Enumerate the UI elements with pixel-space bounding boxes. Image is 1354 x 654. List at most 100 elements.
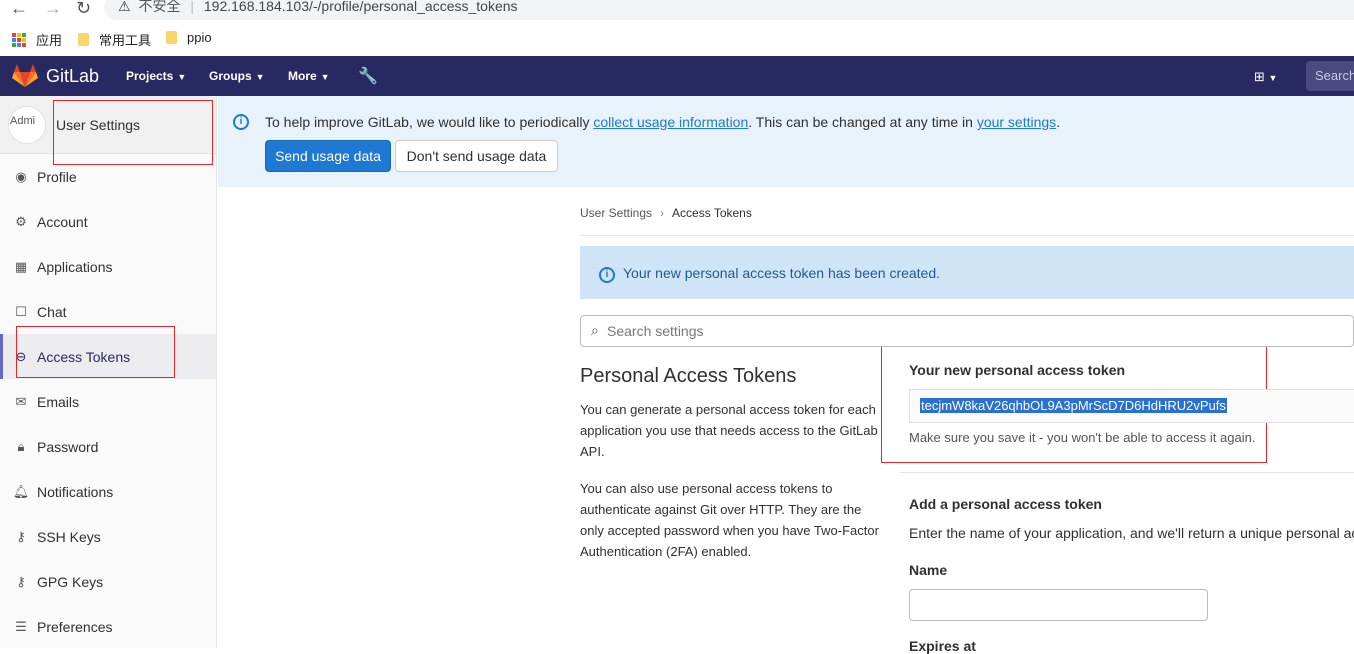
search-settings-input[interactable] — [607, 320, 1007, 342]
add-token-description: Enter the name of your application, and … — [909, 525, 1354, 541]
your-settings-link[interactable]: your settings — [977, 114, 1056, 130]
send-usage-data-button[interactable]: Send usage data — [265, 140, 391, 172]
search-icon: ⌕ — [591, 322, 599, 338]
chevron-right-icon: › — [660, 206, 665, 220]
sidebar-item-ssh-keys[interactable]: ⚷ SSH Keys — [0, 514, 216, 559]
back-arrow-icon[interactable]: ← — [10, 0, 28, 19]
banner-text: To help improve GitLab, we would like to… — [265, 114, 594, 130]
highlight-box — [53, 100, 213, 165]
collect-usage-link[interactable]: collect usage information — [593, 114, 748, 130]
new-token-value[interactable]: tecjmW8kaV26qhbOL9A3pMrScD7D6HdHRU2vPufs — [920, 398, 1227, 413]
bookmark-apps[interactable]: 应用 — [12, 30, 62, 49]
bookmark-label: ppio — [187, 30, 212, 45]
sidebar-item-label: Preferences — [37, 618, 113, 635]
chevron-down-icon: ▼ — [320, 72, 330, 82]
dont-send-usage-data-button[interactable]: Don't send usage data — [395, 140, 558, 172]
sidebar-item-label: Applications — [37, 258, 113, 275]
breadcrumb-parent[interactable]: User Settings — [580, 206, 652, 220]
top-navbar: GitLab Projects ▼ Groups ▼ More ▼ 🔧 ⊞ ▼ Sea… — [0, 56, 1354, 96]
lock-icon: 🔒︎ — [17, 438, 25, 454]
name-label: Name — [909, 562, 948, 578]
key-icon: ⚷ — [16, 573, 26, 589]
nav-label: Groups — [209, 69, 252, 83]
chevron-down-icon: ▼ — [1268, 73, 1278, 83]
account-icon: ⚙ — [15, 213, 27, 229]
plus-square-icon: ⊞ — [1254, 69, 1265, 84]
apps-grid-icon — [12, 32, 26, 47]
new-token-label: Your new personal access token — [909, 362, 1126, 378]
admin-wrench-icon[interactable]: 🔧 — [358, 66, 378, 86]
bookmark-label: 应用 — [36, 33, 63, 48]
sidebar-item-label: Chat — [37, 303, 67, 320]
avatar: Admi — [8, 105, 46, 144]
highlight-box — [16, 326, 175, 378]
sidebar-item-preferences[interactable]: ☰ Preferences — [0, 604, 216, 649]
sidebar-item-label: Password — [37, 438, 99, 455]
banner-message: To help improve GitLab, we would like to… — [265, 114, 1060, 130]
info-icon: i — [233, 114, 249, 130]
sidebar-item-label: Notifications — [37, 483, 114, 500]
forward-arrow-icon[interactable]: → — [44, 0, 62, 19]
applications-icon: ▦ — [14, 258, 28, 274]
chevron-down-icon: ▼ — [255, 72, 265, 82]
email-icon: ✉ — [15, 393, 27, 409]
sidebar-item-label: Emails — [37, 393, 80, 410]
warning-icon: ⚠ — [118, 0, 131, 14]
sidebar-item-applications[interactable]: ▦ Applications — [0, 244, 216, 289]
bookmark-tools[interactable]: 常用工具 — [78, 30, 151, 49]
chat-icon: ☐ — [15, 303, 27, 319]
url-field[interactable]: ⚠ 不安全 | 192.168.184.103/-/profile/person… — [104, 0, 1354, 20]
section-title: Personal Access Tokens — [580, 365, 797, 387]
url-text: 192.168.184.103/-/profile/personal_acces… — [203, 0, 518, 14]
chevron-down-icon: ▼ — [177, 72, 187, 82]
security-label: 不安全 — [138, 0, 181, 14]
token-created-alert: i Your new personal access token has bee… — [580, 246, 1354, 299]
folder-icon — [166, 31, 177, 44]
token-name-input[interactable] — [909, 589, 1208, 621]
banner-text: . This can be changed at any time in — [748, 114, 977, 130]
search-settings-box: ⌕ — [580, 315, 1354, 347]
alert-text: Your new personal access token has been … — [623, 265, 941, 281]
section-description: You can generate a personal access token… — [580, 402, 878, 459]
breadcrumb: User Settings › Access Tokens — [580, 206, 752, 220]
bookmark-label: 常用工具 — [99, 33, 152, 48]
bookmarks-bar: 应用 常用工具 ppio — [0, 26, 1354, 54]
sidebar-item-label: Profile — [37, 168, 77, 185]
new-item-button[interactable]: ⊞ ▼ — [1254, 69, 1277, 85]
bell-icon: 🔔︎ — [12, 483, 30, 499]
new-token-help: Make sure you save it - you won't be abl… — [909, 430, 1256, 445]
info-icon: i — [599, 267, 615, 283]
brand-name: GitLab — [46, 65, 100, 86]
banner-text: . — [1056, 114, 1061, 130]
breadcrumb-current[interactable]: Access Tokens — [672, 206, 752, 220]
sidebar-item-label: Account — [37, 213, 88, 230]
sidebar-item-account[interactable]: ⚙ Account — [0, 199, 216, 244]
gitlab-tanuki-icon — [12, 64, 38, 87]
divider — [900, 472, 1354, 473]
section-description-2fa: You can also use personal access tokens … — [580, 481, 879, 559]
gitlab-logo[interactable]: GitLab — [12, 64, 99, 88]
folder-icon — [78, 33, 89, 46]
sidebar-item-emails[interactable]: ✉ Emails — [0, 379, 216, 424]
nav-groups[interactable]: Groups ▼ — [209, 69, 265, 83]
new-token-field[interactable]: tecjmW8kaV26qhbOL9A3pMrScD7D6HdHRU2vPufs — [909, 389, 1354, 423]
add-token-title: Add a personal access token — [909, 496, 1102, 512]
sidebar-item-label: SSH Keys — [37, 528, 101, 545]
key-icon: ⚷ — [16, 528, 26, 544]
nav-label: More — [288, 69, 317, 83]
browser-address-bar: ← → ↻ ⚠ 不安全 | 192.168.184.103/-/profile/… — [0, 0, 1354, 22]
expires-at-label: Expires at — [909, 638, 976, 654]
sidebar-item-label: GPG Keys — [37, 573, 104, 590]
nav-more[interactable]: More ▼ — [288, 69, 330, 83]
sidebar-item-password[interactable]: 🔒︎ Password — [0, 424, 216, 469]
sidebar-item-notifications[interactable]: 🔔︎ Notifications — [0, 469, 216, 514]
preferences-icon: ☰ — [15, 618, 27, 634]
sidebar-item-gpg-keys[interactable]: ⚷ GPG Keys — [0, 559, 216, 604]
reload-icon[interactable]: ↻ — [76, 0, 91, 19]
nav-label: Projects — [126, 69, 174, 83]
bookmark-ppio[interactable]: ppio — [166, 30, 212, 45]
top-search-input[interactable]: Search — [1306, 61, 1354, 91]
profile-icon: ◉ — [15, 168, 27, 184]
divider — [580, 235, 1354, 236]
nav-projects[interactable]: Projects ▼ — [126, 69, 186, 83]
